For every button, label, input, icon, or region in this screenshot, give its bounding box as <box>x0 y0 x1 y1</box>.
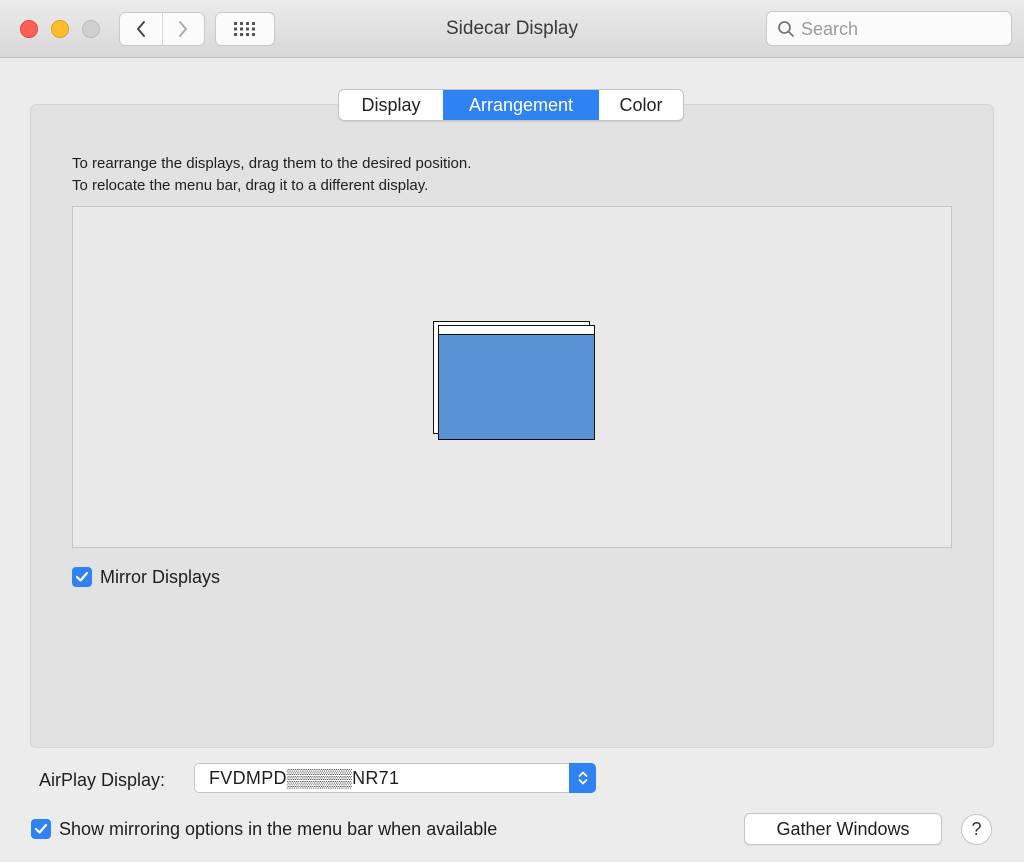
gather-windows-button[interactable]: Gather Windows <box>744 813 942 845</box>
zoom-button <box>82 20 100 38</box>
grid-icon <box>234 22 255 36</box>
back-button[interactable] <box>120 13 162 45</box>
airplay-display-select[interactable]: FVDMPD▒▒▒▒▒NR71 <box>194 763 596 793</box>
airplay-display-label: AirPlay Display: <box>39 770 166 790</box>
menu-bar-handle[interactable] <box>439 326 594 335</box>
tab-color[interactable]: Color <box>599 90 683 120</box>
instruction-text-2: To relocate the menu bar, drag it to a d… <box>72 177 429 194</box>
search-icon <box>778 21 794 37</box>
checkmark-icon <box>75 571 89 582</box>
search-input[interactable] <box>801 16 1001 42</box>
mirror-displays-label: Mirror Displays <box>100 567 221 587</box>
forward-button[interactable] <box>161 13 205 45</box>
chevron-left-icon <box>136 21 145 37</box>
chevron-right-icon <box>179 21 188 37</box>
display-thumbnail-front[interactable] <box>438 325 595 440</box>
checkmark-icon <box>34 823 48 834</box>
select-stepper[interactable] <box>569 763 596 793</box>
show-all-button[interactable] <box>215 12 275 46</box>
tab-arrangement[interactable]: Arrangement <box>443 90 599 120</box>
mirror-displays-checkbox[interactable] <box>72 567 92 587</box>
search-field[interactable] <box>766 11 1012 46</box>
chevron-updown-icon <box>578 771 587 785</box>
close-button[interactable] <box>20 20 38 38</box>
title-bar: Sidecar Display <box>0 0 1024 58</box>
help-button[interactable]: ? <box>961 814 992 845</box>
tab-display[interactable]: Display <box>339 90 443 120</box>
minimize-button[interactable] <box>51 20 69 38</box>
tab-bar: Display Arrangement Color <box>338 89 684 121</box>
instruction-text: To rearrange the displays, drag them to … <box>72 155 472 172</box>
show-mirroring-options-label: Show mirroring options in the menu bar w… <box>59 819 498 839</box>
airplay-display-value: FVDMPD▒▒▒▒▒NR71 <box>209 768 400 788</box>
navigation-group <box>119 12 205 46</box>
show-mirroring-options-checkbox[interactable] <box>31 819 51 839</box>
